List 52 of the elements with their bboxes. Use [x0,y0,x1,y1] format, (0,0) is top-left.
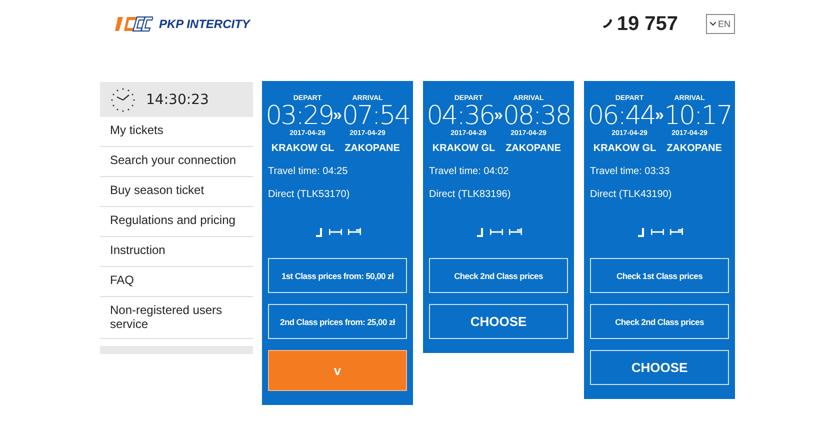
to-station: ZAKOPANE [344,143,401,154]
from-station: KRAKOW GL [431,143,496,154]
couchette-icon [328,228,342,235]
depart-time: 04:36 [426,102,494,130]
separator: » [655,106,664,126]
bed-icon [508,228,522,235]
seat-icon [476,228,484,238]
arrival-time: 08:38 [502,102,570,130]
sidebar-item[interactable]: Instruction [100,237,253,267]
language-select[interactable]: EN [706,14,735,34]
choose-button[interactable]: CHOOSE [590,350,729,385]
travel-time: Travel time: 04:25 [268,166,349,177]
sidebar-item[interactable]: My tickets [100,117,253,147]
separator: » [333,106,342,126]
train-number: Direct (TLK53170) [268,189,351,200]
seat-icon [636,228,644,238]
price-button[interactable]: 2nd Class prices from: 25,00 zł [268,304,407,339]
sidebar-item[interactable]: Regulations and pricing [100,207,253,237]
separator: » [494,106,503,126]
from-station: KRAKOW GL [270,143,336,154]
sidebar-item[interactable]: FAQ [100,267,253,297]
price-button[interactable]: Check 2nd Class prices [590,304,729,339]
from-station: KRAKOW GL [592,143,658,154]
sidebar-item[interactable]: Buy season ticket [100,177,253,207]
phone-number: 19 757 [616,12,678,36]
price-button[interactable]: 1st Class prices from: 50,00 zł [268,258,407,293]
arrival-time: 10:17 [664,102,732,130]
depart-time: 06:44 [588,102,656,130]
train-number: Direct (TLK43190) [590,189,673,200]
price-button[interactable]: Check 2nd Class prices [429,258,568,293]
depart-time: 03:29 [266,102,334,130]
bed-icon [348,228,360,235]
clock-time: 14:30:23 [146,92,209,108]
to-station: ZAKOPANE [666,143,723,154]
logo-icon [115,15,153,33]
phone-icon [602,19,613,29]
chevron-down-icon [710,22,716,26]
to-station: ZAKOPANE [504,143,562,154]
choose-button[interactable]: CHOOSE [429,304,568,339]
logo-text: PKP INTERCITY [159,17,250,31]
couchette-icon [490,228,502,235]
couchette-icon [650,228,664,235]
travel-time: Travel time: 04:02 [429,166,510,177]
travel-time: Travel time: 03:33 [590,166,671,177]
sidebar-item[interactable]: Non-registered users service [100,297,253,339]
price-button[interactable]: Check 1st Class prices [590,258,729,293]
seat-icon [314,228,322,238]
clock-icon [110,86,136,112]
sidebar-item[interactable]: Search your connection [100,147,253,177]
arrival-time: 07:54 [342,102,410,130]
bed-icon [670,228,682,235]
train-number: Direct (TLK83196) [429,189,512,200]
